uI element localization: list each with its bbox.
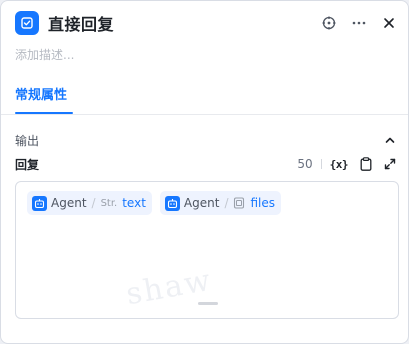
crosshair-icon[interactable]	[322, 16, 336, 30]
chip-type: Str.	[100, 197, 118, 209]
editor-resize-handle[interactable]	[198, 302, 218, 305]
character-count: 50	[297, 157, 313, 171]
variable-chip-files[interactable]: Agent / files	[159, 191, 282, 215]
close-icon[interactable]	[382, 16, 396, 30]
reply-node-panel: 直接回复 添加描述... 常规属性 输出 回复 50 {x} Agent / S…	[0, 0, 409, 344]
file-icon	[233, 197, 245, 209]
variable-braces-icon[interactable]: {x}	[330, 156, 349, 172]
chip-separator: /	[91, 196, 96, 210]
reply-field-header: 回复 50 {x}	[15, 156, 396, 172]
output-section-label: 输出	[15, 133, 40, 148]
more-horizontal-icon[interactable]	[352, 16, 366, 30]
chip-node-name: Agent	[183, 196, 220, 210]
description-input[interactable]: 添加描述...	[15, 46, 74, 63]
chip-separator: /	[224, 196, 229, 210]
panel-header: 直接回复	[15, 10, 396, 36]
reply-node-icon	[15, 11, 39, 35]
variable-chip-text[interactable]: Agent / Str. text	[27, 191, 152, 215]
agent-bot-icon	[32, 195, 47, 211]
chip-variable-name: text	[122, 196, 146, 210]
reply-field-tools: 50 {x}	[297, 156, 396, 172]
chevron-up-icon[interactable]	[384, 134, 396, 146]
tab-general-properties[interactable]: 常规属性	[15, 84, 67, 103]
expand-icon[interactable]	[384, 156, 396, 172]
variable-chips: Agent / Str. text Agent / files	[27, 191, 282, 215]
reply-editor[interactable]: Agent / Str. text Agent / files shaw	[15, 181, 399, 319]
clipboard-icon[interactable]	[360, 156, 372, 172]
header-actions	[322, 16, 396, 30]
output-section-header[interactable]: 输出	[15, 132, 396, 148]
reply-field-label: 回复	[15, 157, 40, 172]
chip-variable-name: files	[250, 196, 276, 210]
agent-bot-icon	[164, 195, 180, 211]
node-title[interactable]: 直接回复	[48, 11, 114, 35]
tab-divider	[1, 114, 408, 115]
tool-separator	[320, 159, 322, 169]
chip-node-name: Agent	[51, 196, 87, 210]
